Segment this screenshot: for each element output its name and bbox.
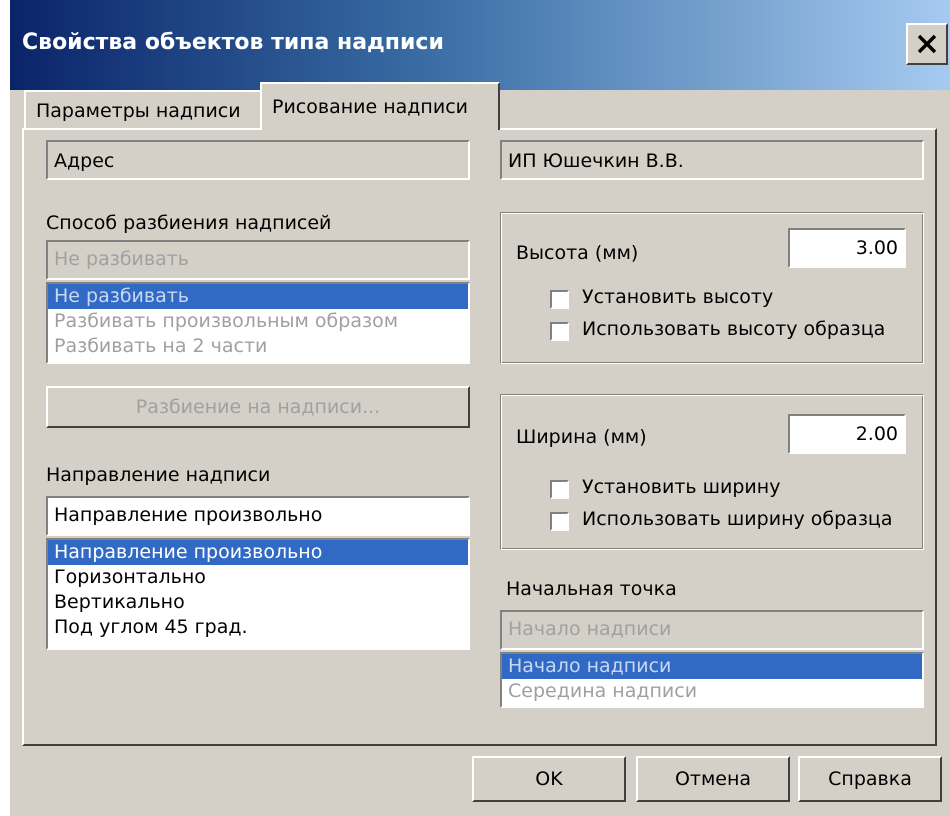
- list-item[interactable]: Середина надписи: [502, 679, 922, 704]
- list-item[interactable]: Под углом 45 град.: [48, 615, 468, 640]
- close-button[interactable]: [906, 23, 948, 65]
- direction-label: Направление надписи: [46, 464, 271, 486]
- help-button[interactable]: Справка: [798, 756, 942, 802]
- object-name-text: Адрес: [54, 150, 115, 172]
- set-height-label: Установить высоту: [582, 286, 774, 308]
- cancel-button[interactable]: Отмена: [636, 756, 790, 802]
- object-name-field: Адрес: [46, 140, 470, 180]
- use-sample-height-checkbox[interactable]: [550, 322, 569, 341]
- start-point-label: Начальная точка: [506, 578, 677, 600]
- list-item[interactable]: Разбивать на 2 части: [48, 334, 468, 359]
- split-method-combo[interactable]: Не разбивать: [46, 240, 470, 280]
- split-method-list[interactable]: Не разбивать Разбивать произвольным обра…: [46, 282, 470, 364]
- height-label: Высота (мм): [516, 242, 639, 264]
- set-width-checkbox[interactable]: [550, 480, 569, 499]
- width-input-value: 2.00: [855, 423, 898, 445]
- window-title: Свойства объектов типа надписи: [22, 30, 444, 55]
- list-item[interactable]: Вертикально: [48, 590, 468, 615]
- direction-combo[interactable]: Направление произвольно: [46, 496, 470, 536]
- tab-label-params-text: Параметры надписи: [36, 100, 241, 122]
- split-method-label: Способ разбиения надписей: [46, 212, 332, 234]
- use-sample-width-label: Использовать ширину образца: [582, 508, 893, 530]
- direction-combo-value: Направление произвольно: [54, 504, 323, 526]
- tab-label-params[interactable]: Параметры надписи: [24, 90, 262, 130]
- ok-button-label: OK: [535, 768, 563, 790]
- help-button-label: Справка: [828, 768, 912, 790]
- split-into-labels-button-label: Разбиение на надписи...: [135, 396, 381, 418]
- width-label: Ширина (мм): [516, 426, 647, 448]
- height-input-value: 3.00: [855, 237, 898, 259]
- close-icon: [917, 34, 937, 54]
- width-input[interactable]: 2.00: [788, 414, 906, 454]
- ok-button[interactable]: OK: [472, 756, 626, 802]
- start-point-list[interactable]: Начало надписи Середина надписи: [500, 652, 924, 708]
- owner-field: ИП Юшечкин В.В.: [500, 140, 924, 180]
- owner-text: ИП Юшечкин В.В.: [508, 150, 684, 172]
- set-height-checkbox[interactable]: [550, 290, 569, 309]
- start-point-combo[interactable]: Начало надписи: [500, 610, 924, 650]
- tab-label-drawing-text: Рисование надписи: [272, 96, 468, 118]
- use-sample-width-checkbox[interactable]: [550, 512, 569, 531]
- split-method-combo-value: Не разбивать: [54, 248, 189, 270]
- start-point-combo-value: Начало надписи: [508, 618, 672, 640]
- list-item[interactable]: Направление произвольно: [48, 540, 468, 565]
- set-width-label: Установить ширину: [582, 476, 781, 498]
- cancel-button-label: Отмена: [674, 768, 752, 790]
- tab-label-drawing[interactable]: Рисование надписи: [260, 82, 500, 130]
- split-into-labels-button[interactable]: Разбиение на надписи...: [46, 386, 470, 428]
- direction-list[interactable]: Направление произвольно Горизонтально Ве…: [46, 538, 470, 650]
- list-item[interactable]: Разбивать произвольным образом: [48, 309, 468, 334]
- list-item[interactable]: Горизонтально: [48, 565, 468, 590]
- list-item[interactable]: Начало надписи: [502, 654, 922, 679]
- height-input[interactable]: 3.00: [788, 228, 906, 268]
- use-sample-height-label: Использовать высоту образца: [582, 318, 886, 340]
- list-item[interactable]: Не разбивать: [48, 284, 468, 309]
